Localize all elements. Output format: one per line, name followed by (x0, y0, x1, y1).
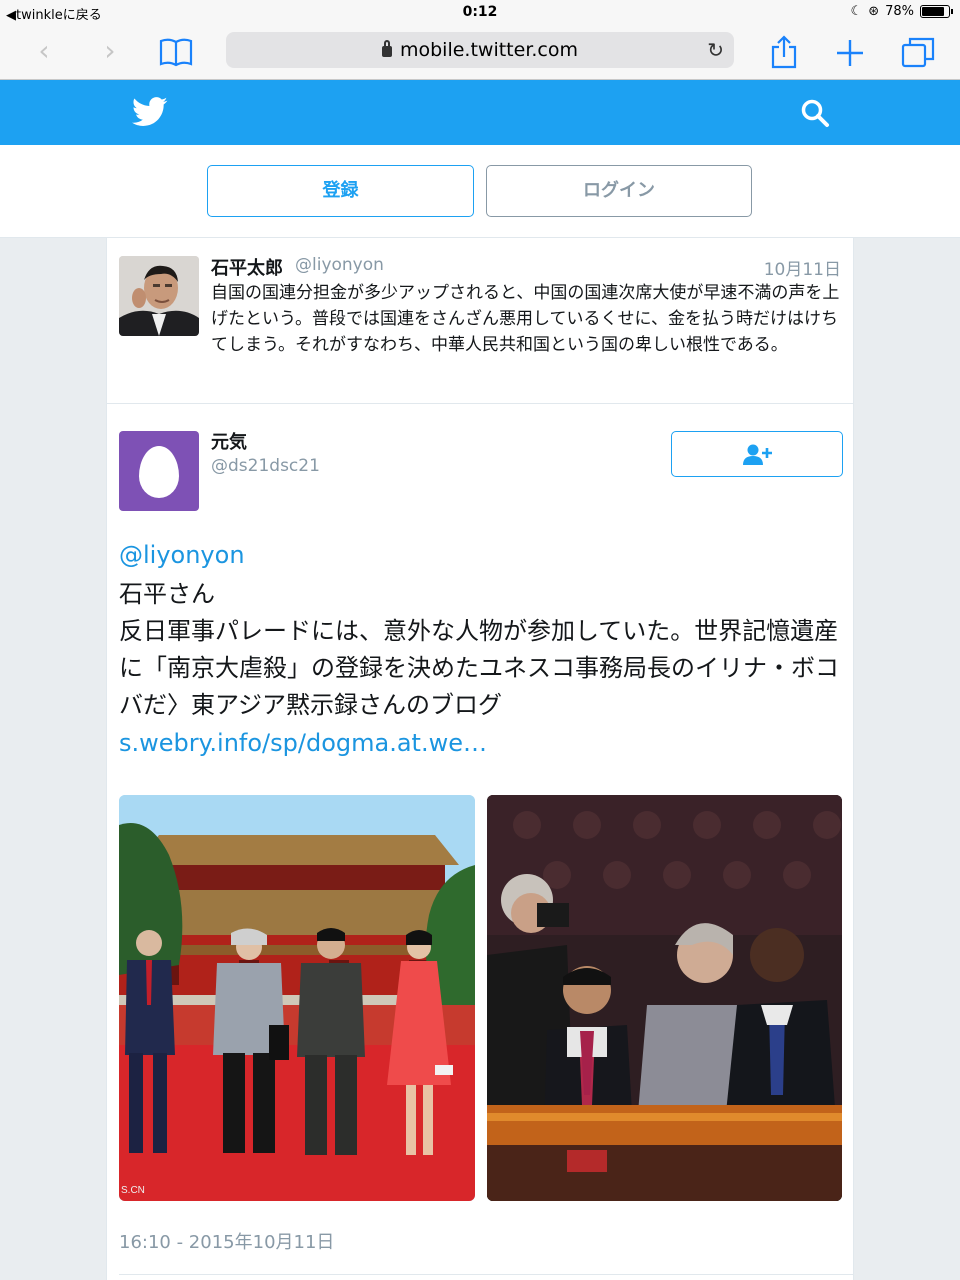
tweet-body: 石平さん 反日軍事パレードには、意外な人物が参加していた。世界記憶遺産に「南京大… (119, 576, 839, 724)
divider (119, 1274, 853, 1275)
status-time: 0:12 (462, 4, 498, 20)
battery-percent: 78% (885, 4, 914, 19)
auth-bar: 登録 ログイン (0, 145, 960, 238)
tweet-timestamp[interactable]: 16:10 - 2015年10月11日 (119, 1228, 334, 1254)
author-name[interactable]: 石平太郎 (211, 254, 283, 280)
avatar[interactable] (119, 256, 199, 336)
url-text: mobile.twitter.com (399, 39, 579, 61)
moon-icon: ☾ (850, 4, 863, 19)
tweet-photo-2[interactable] (487, 795, 842, 1201)
tweet-body-line: 石平さん (119, 580, 215, 608)
egg-icon (139, 446, 179, 498)
photo-watermark: S.CN (121, 1185, 145, 1196)
chevron-left-icon[interactable]: ‹ (24, 34, 64, 70)
status-bar: ◀twinkleに戻る 0:12 ☾ ⊛ 78% (0, 0, 960, 26)
tweet-text: 自国の国連分担金が多少アップされると、中国の国連次席大使が早速不満の声を上げたと… (211, 283, 840, 355)
tabs-icon[interactable] (898, 34, 938, 70)
main-tweet: 元気 @ds21dsc21 @liyonyon 石平さん 反日軍事パレードには、… (106, 404, 854, 1280)
login-button[interactable]: ログイン (486, 165, 752, 217)
author-handle[interactable]: @ds21dsc21 (211, 456, 320, 476)
parent-tweet[interactable]: 石平太郎 @liyonyon 10月11日 自国の国連分担金が多少アップされると… (106, 238, 854, 404)
browser-toolbar: ‹ › mobile.twitter.com ↻ (0, 26, 960, 80)
twitter-logo-icon[interactable] (132, 96, 168, 128)
register-button[interactable]: 登録 (207, 165, 474, 217)
orientation-lock-icon: ⊛ (868, 4, 880, 19)
reload-icon[interactable]: ↻ (707, 32, 724, 68)
tweet-body-line: 反日軍事パレードには、意外な人物が参加していた。世界記憶遺産に「南京大虐殺」の登… (119, 617, 839, 719)
share-icon[interactable] (764, 34, 804, 70)
chevron-right-icon[interactable]: › (90, 34, 130, 70)
follow-button[interactable] (671, 431, 843, 477)
battery-icon (920, 5, 953, 18)
address-bar[interactable]: mobile.twitter.com ↻ (226, 32, 734, 68)
author-handle[interactable]: @liyonyon (295, 255, 384, 275)
add-user-icon (743, 444, 772, 465)
mention-link[interactable]: @liyonyon (119, 541, 245, 569)
avatar[interactable] (119, 431, 199, 511)
tweet-url-link[interactable]: s.webry.info/sp/dogma.at.we… (119, 729, 487, 757)
plus-icon[interactable] (830, 34, 870, 70)
twitter-header (0, 80, 960, 145)
author-name[interactable]: 元気 (211, 428, 247, 454)
tweet-photo-1[interactable]: S.CN (119, 795, 475, 1201)
search-icon[interactable] (800, 98, 830, 128)
lock-icon (381, 40, 392, 57)
status-right: ☾ ⊛ 78% (850, 4, 953, 19)
book-icon[interactable] (156, 34, 196, 70)
tweet-date[interactable]: 10月11日 (764, 255, 841, 280)
